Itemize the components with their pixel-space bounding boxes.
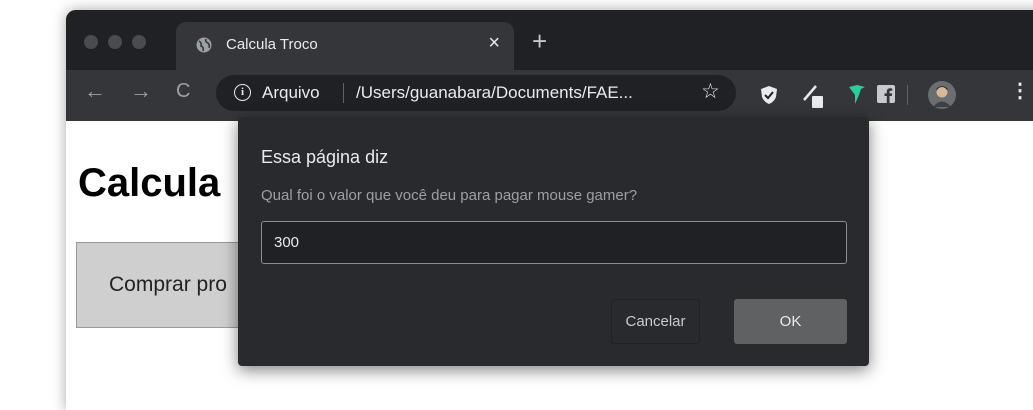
browser-chrome: Calcula Troco × + ← → C i Arquivo /Users… [66, 10, 1033, 121]
omnibox-divider [343, 83, 344, 103]
info-icon[interactable]: i [234, 84, 251, 101]
bird-extension-icon[interactable] [848, 83, 866, 105]
prompt-dialog: Essa página diz Qual foi o valor que voc… [238, 117, 869, 366]
url-text[interactable]: /Users/guanabara/Documents/FAE... [356, 83, 633, 103]
toolbar: ← → C i Arquivo /Users/guanabara/Documen… [66, 70, 1033, 121]
reload-icon[interactable]: C [176, 80, 190, 102]
shield-extension-icon[interactable] [760, 85, 778, 105]
toolbar-divider [907, 85, 908, 105]
forward-arrow-icon[interactable]: → [130, 80, 152, 102]
security-label: Arquivo [262, 83, 320, 102]
tab-calcula-troco[interactable]: Calcula Troco × [176, 22, 514, 70]
facebook-icon[interactable] [877, 85, 895, 103]
close-tab-icon[interactable]: × [488, 33, 500, 53]
ok-button[interactable]: OK [734, 299, 847, 344]
page-title: Calcula [78, 161, 221, 205]
back-arrow-icon[interactable]: ← [84, 80, 106, 102]
minimize-window-button[interactable] [108, 35, 122, 49]
close-window-button[interactable] [84, 35, 98, 49]
avatar[interactable] [928, 81, 956, 109]
pen-extension-icon[interactable] [802, 84, 824, 108]
new-tab-icon[interactable]: + [532, 28, 547, 54]
tab-title: Calcula Troco [226, 36, 318, 53]
globe-icon [196, 37, 212, 53]
dialog-title: Essa página diz [261, 147, 389, 167]
cancel-button[interactable]: Cancelar [611, 299, 700, 344]
dialog-input[interactable] [261, 221, 847, 264]
address-bar[interactable]: i Arquivo /Users/guanabara/Documents/FAE… [216, 75, 736, 111]
tab-strip: Calcula Troco × + [66, 10, 1033, 70]
zoom-window-button[interactable] [132, 35, 146, 49]
bookmark-star-icon[interactable]: ☆ [701, 80, 720, 104]
menu-icon[interactable]: ⋮ [1010, 81, 1030, 101]
dialog-message: Qual foi o valor que você deu para pagar… [261, 187, 638, 204]
